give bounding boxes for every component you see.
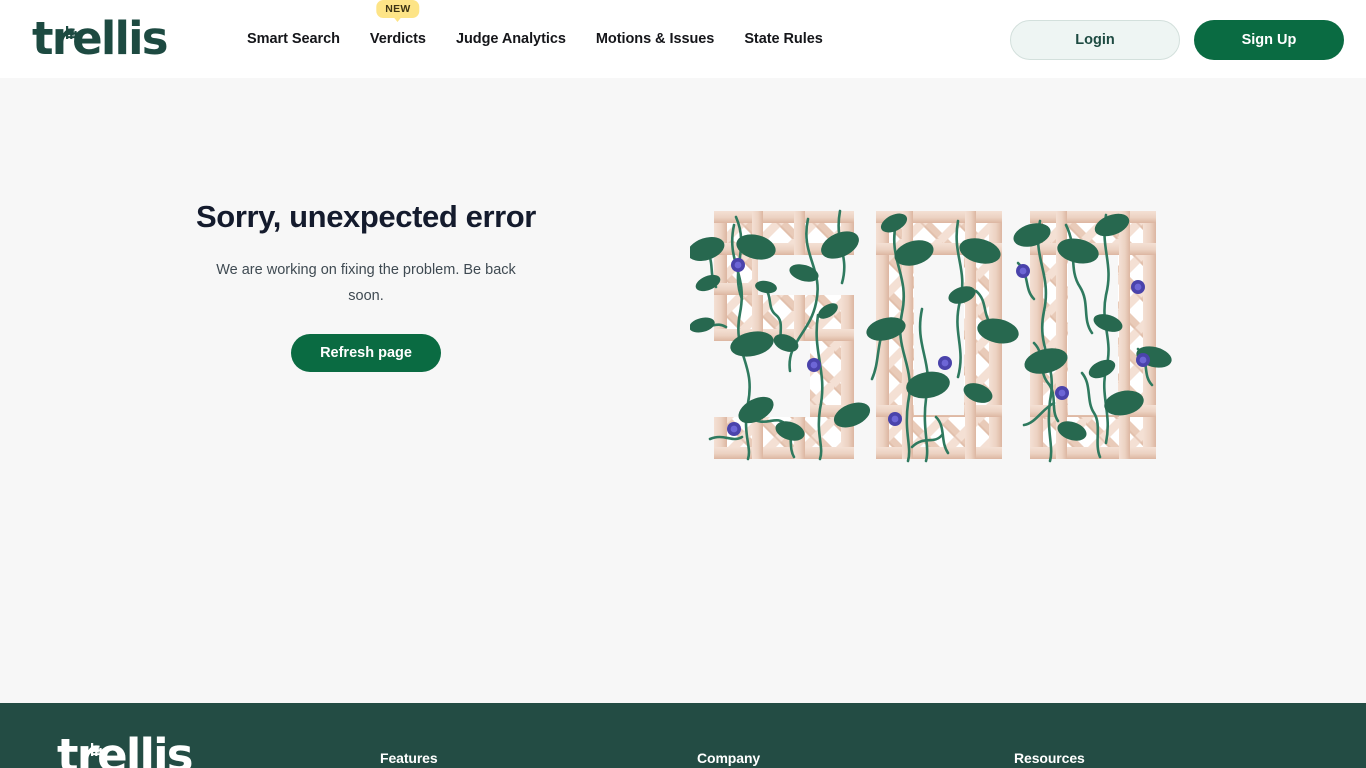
main-content: Sorry, unexpected error We are working o…	[0, 78, 1366, 703]
footer-column-resources: Resources	[1014, 748, 1085, 768]
nav-item-smart-search[interactable]: Smart Search	[247, 29, 340, 49]
trellis-lattice-mark-icon	[66, 26, 81, 39]
footer-brand-logo-link[interactable]: trellis	[57, 731, 227, 768]
nav-item-verdicts[interactable]: NEW Verdicts	[369, 0, 426, 49]
brand-wordmark: trellis	[32, 12, 168, 65]
nav-item-state-rules[interactable]: State Rules	[744, 29, 822, 49]
site-footer: trellis Features Company Resources	[0, 703, 1366, 768]
footer-column-features: Features	[380, 748, 697, 768]
nav-item-label: Verdicts	[369, 31, 426, 47]
brand-logo-link[interactable]: trellis	[32, 12, 192, 64]
nav-item-motions-and-issues[interactable]: Motions & Issues	[595, 29, 715, 49]
nav-item-judge-analytics[interactable]: Judge Analytics	[456, 29, 566, 49]
header-actions: Login Sign Up	[1010, 20, 1344, 60]
footer-column-title: Features	[380, 750, 438, 766]
error-description: We are working on fixing the problem. Be…	[216, 262, 516, 304]
footer-trellis-lattice-mark-icon	[91, 743, 106, 756]
page-root: trellis Smart Search NEW Verdicts Judge …	[0, 0, 1366, 768]
footer-column-company: Company	[697, 748, 1014, 768]
footer-column-title: Resources	[1014, 750, 1085, 766]
site-header: trellis Smart Search NEW Verdicts Judge …	[0, 0, 1366, 78]
refresh-page-button[interactable]: Refresh page	[291, 334, 441, 372]
nav-badge-new: NEW	[376, 0, 420, 18]
500-trellis-svg	[687, 209, 1172, 463]
error-message-block: Sorry, unexpected error We are working o…	[174, 198, 558, 372]
nav-item-label: State Rules	[744, 31, 823, 47]
nav-item-label: Motions & Issues	[595, 31, 715, 47]
footer-brand-wordmark: trellis	[57, 729, 193, 768]
footer-columns: Features Company Resources	[380, 748, 1280, 768]
nav-item-label: Judge Analytics	[455, 31, 566, 47]
error-illustration-500	[687, 203, 1180, 468]
footer-column-title: Company	[697, 750, 761, 766]
login-button[interactable]: Login	[1010, 20, 1180, 60]
page-title: Sorry, unexpected error	[196, 199, 536, 234]
signup-button[interactable]: Sign Up	[1194, 20, 1344, 60]
primary-navigation: Smart Search NEW Verdicts Judge Analytic…	[247, 0, 823, 78]
nav-item-label: Smart Search	[247, 31, 340, 47]
